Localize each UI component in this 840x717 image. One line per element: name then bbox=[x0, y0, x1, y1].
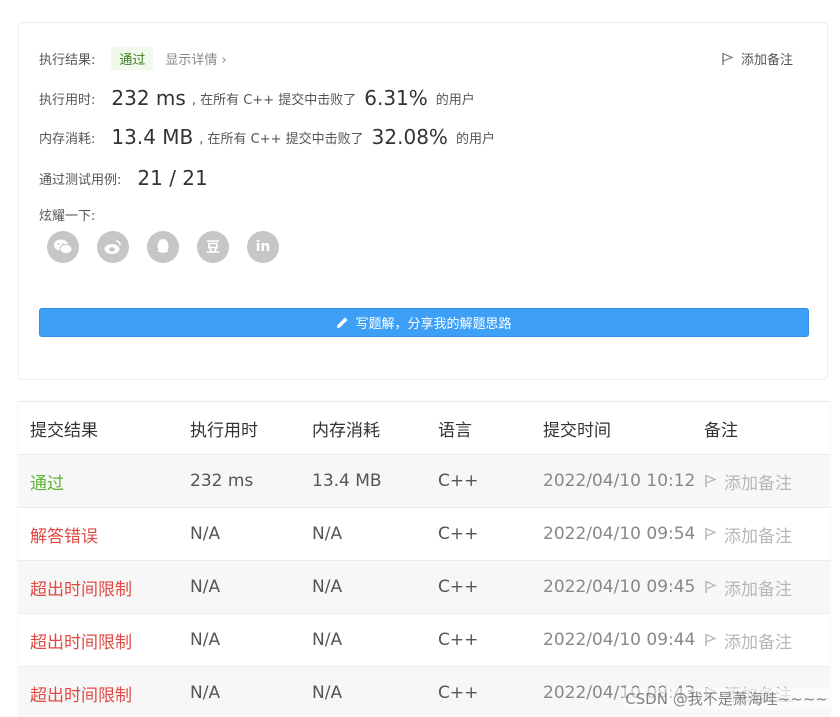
weibo-icon[interactable] bbox=[97, 231, 129, 263]
runtime-label: 执行用时: bbox=[39, 92, 96, 108]
wechat-glyph bbox=[54, 239, 73, 255]
time-cell: 2022/04/10 09:45 bbox=[543, 577, 696, 597]
add-note-label: 添加备注 bbox=[740, 53, 793, 68]
add-note-button[interactable]: 添加备注 bbox=[704, 628, 792, 653]
flag-icon bbox=[705, 580, 717, 593]
memory-cell: N/A bbox=[312, 577, 343, 597]
status-badge: 通过 bbox=[111, 47, 154, 70]
header-memory: 内存消耗 bbox=[312, 420, 380, 441]
language-cell: C++ bbox=[438, 524, 479, 544]
add-note-label: 添加备注 bbox=[724, 526, 792, 547]
runtime-cell: 232 ms bbox=[190, 471, 254, 491]
submission-result-card: 执行结果: 通过 显示详情 › 添加备注 执行用时: 232 ms , 在所有 … bbox=[18, 22, 828, 380]
qq-glyph bbox=[157, 239, 169, 253]
table-row[interactable]: 通过 232 ms 13.4 MB C++ 2022/04/10 10:12 添… bbox=[18, 455, 830, 508]
csdn-watermark: CSDN @我不是萧海哇~~~~ bbox=[623, 688, 830, 709]
linkedin-glyph: in bbox=[255, 239, 271, 255]
runtime-cell: N/A bbox=[190, 630, 221, 650]
linkedin-icon[interactable]: in bbox=[247, 231, 279, 263]
share-row: 炫耀一下: bbox=[39, 205, 95, 224]
result-label: 执行结果: bbox=[39, 53, 96, 68]
douban-glyph: 豆 bbox=[206, 240, 220, 256]
tests-label: 通过测试用例: bbox=[39, 172, 122, 188]
header-note: 备注 bbox=[704, 420, 738, 441]
table-row[interactable]: 超出时间限制 N/A N/A C++ 2022/04/10 09:45 添加备注 bbox=[18, 561, 830, 614]
write-solution-button[interactable]: 写题解，分享我的解题思路 bbox=[39, 308, 809, 337]
table-row[interactable]: 超出时间限制 N/A N/A C++ 2022/04/10 09:44 添加备注 bbox=[18, 614, 830, 667]
language-cell: C++ bbox=[438, 630, 479, 650]
add-note-button[interactable]: 添加备注 bbox=[704, 469, 792, 494]
add-note-button[interactable]: 添加备注 bbox=[704, 522, 792, 547]
result-row: 执行结果: 通过 显示详情 › bbox=[39, 47, 227, 70]
language-cell: C++ bbox=[438, 577, 479, 597]
add-note-label: 添加备注 bbox=[724, 579, 792, 600]
runtime-cell: N/A bbox=[190, 683, 221, 703]
qq-icon[interactable] bbox=[147, 231, 179, 263]
status-link[interactable]: 超出时间限制 bbox=[30, 575, 132, 600]
runtime-cell: N/A bbox=[190, 577, 221, 597]
share-label: 炫耀一下: bbox=[39, 209, 96, 224]
douban-icon[interactable]: 豆 bbox=[197, 231, 229, 263]
tests-row: 通过测试用例: 21 / 21 bbox=[39, 166, 214, 190]
time-cell: 2022/04/10 10:12 bbox=[543, 471, 696, 491]
memory-cell: N/A bbox=[312, 683, 343, 703]
weibo-glyph bbox=[104, 240, 121, 254]
wechat-icon[interactable] bbox=[47, 231, 79, 263]
table-header: 提交结果 执行用时 内存消耗 语言 提交时间 备注 bbox=[18, 402, 830, 455]
header-runtime: 执行用时 bbox=[190, 420, 258, 441]
memory-row: 内存消耗: 13.4 MB , 在所有 C++ 提交中击败了 32.08% 的用… bbox=[39, 125, 495, 149]
add-note-button[interactable]: 添加备注 bbox=[721, 49, 793, 68]
memory-label: 内存消耗: bbox=[39, 131, 96, 147]
share-icons: 豆 in bbox=[47, 231, 279, 263]
status-link[interactable]: 通过 bbox=[30, 469, 64, 494]
runtime-prefix: , 在所有 C++ 提交中击败了 bbox=[191, 92, 357, 108]
runtime-value: 232 ms bbox=[111, 86, 186, 110]
memory-cell: N/A bbox=[312, 630, 343, 650]
status-link[interactable]: 超出时间限制 bbox=[30, 681, 132, 706]
add-note-label: 添加备注 bbox=[724, 632, 792, 653]
flag-icon bbox=[705, 633, 717, 646]
pencil-icon bbox=[337, 317, 348, 328]
submissions-table: 提交结果 执行用时 内存消耗 语言 提交时间 备注 通过 232 ms 13.4… bbox=[18, 401, 830, 717]
memory-percent: 32.08% bbox=[371, 125, 448, 149]
flag-icon bbox=[705, 474, 717, 487]
flag-icon bbox=[705, 527, 717, 540]
header-language: 语言 bbox=[438, 420, 472, 441]
memory-value: 13.4 MB bbox=[111, 125, 194, 149]
add-note-button[interactable]: 添加备注 bbox=[704, 575, 792, 600]
time-cell: 2022/04/10 09:44 bbox=[543, 630, 696, 650]
runtime-suffix: 的用户 bbox=[435, 92, 475, 108]
language-cell: C++ bbox=[438, 683, 479, 703]
status-link[interactable]: 超出时间限制 bbox=[30, 628, 132, 653]
flag-icon bbox=[722, 52, 734, 65]
memory-suffix: 的用户 bbox=[455, 131, 495, 147]
header-status: 提交结果 bbox=[30, 420, 98, 441]
tests-value: 21 / 21 bbox=[137, 166, 208, 190]
table-row[interactable]: 解答错误 N/A N/A C++ 2022/04/10 09:54 添加备注 bbox=[18, 508, 830, 561]
write-solution-label: 写题解，分享我的解题思路 bbox=[355, 317, 512, 332]
add-note-label: 添加备注 bbox=[724, 473, 792, 494]
runtime-row: 执行用时: 232 ms , 在所有 C++ 提交中击败了 6.31% 的用户 bbox=[39, 86, 475, 110]
memory-prefix: , 在所有 C++ 提交中击败了 bbox=[199, 131, 364, 147]
runtime-percent: 6.31% bbox=[364, 86, 428, 110]
show-details-link[interactable]: 显示详情 › bbox=[165, 49, 226, 68]
memory-cell: N/A bbox=[312, 524, 343, 544]
header-time: 提交时间 bbox=[543, 420, 611, 441]
memory-cell: 13.4 MB bbox=[312, 471, 382, 491]
status-link[interactable]: 解答错误 bbox=[30, 522, 98, 547]
time-cell: 2022/04/10 09:54 bbox=[543, 524, 696, 544]
runtime-cell: N/A bbox=[190, 524, 221, 544]
language-cell: C++ bbox=[438, 471, 479, 491]
